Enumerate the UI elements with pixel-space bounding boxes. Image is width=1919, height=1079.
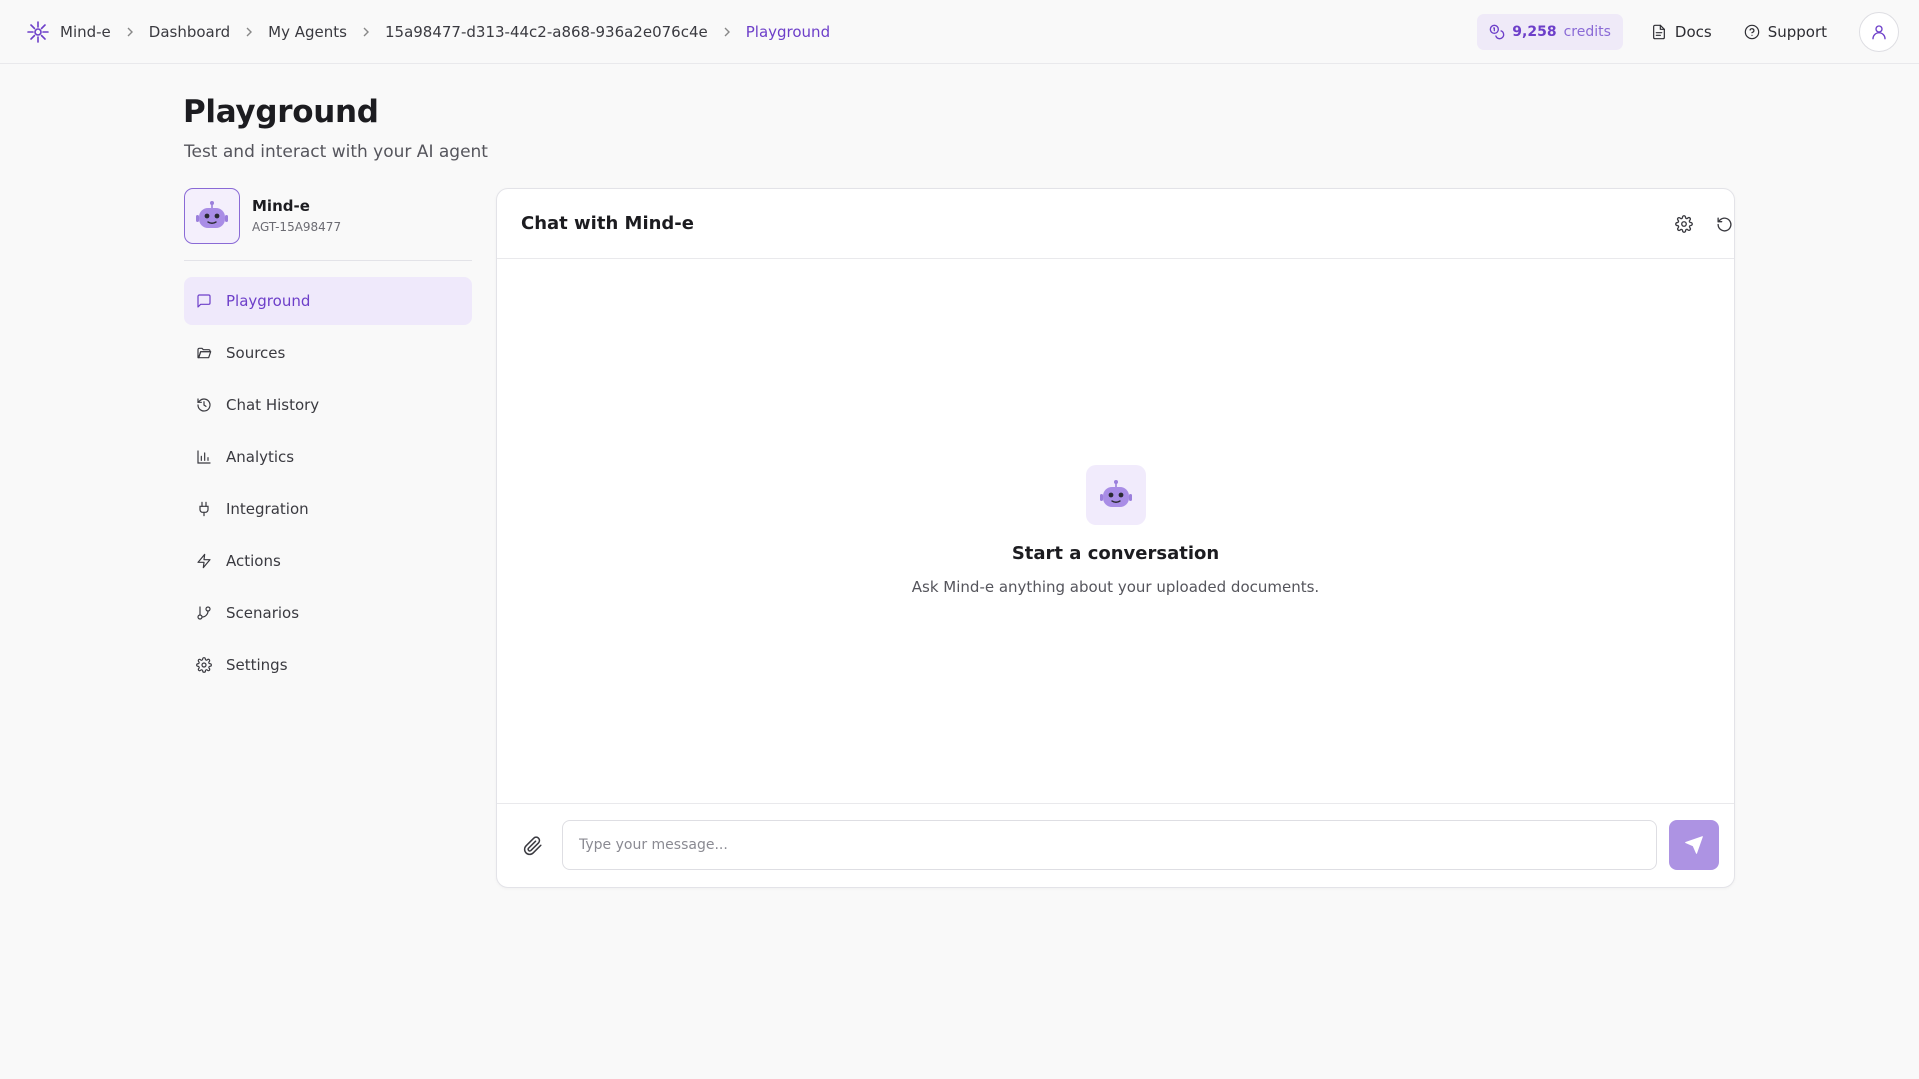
chat-composer [497, 803, 1734, 887]
breadcrumb-agent-id[interactable]: 15a98477-d313-44c2-a868-936a2e076c4e [385, 23, 708, 41]
chevron-right-icon [243, 26, 255, 38]
sidebar-item-label: Scenarios [226, 604, 300, 622]
rotate-ccw-icon [1716, 216, 1733, 233]
folder-open-icon [196, 345, 212, 361]
attach-button[interactable] [519, 832, 547, 860]
credits-label: credits [1563, 23, 1611, 40]
git-branch-icon [196, 605, 212, 621]
chat-panel: Chat with Mind-e Start a conversation As… [496, 188, 1735, 888]
bar-chart-icon [196, 449, 212, 465]
message-square-icon [196, 293, 212, 309]
logo-icon [26, 20, 50, 44]
agent-name: Mind-e [252, 197, 310, 215]
support-label: Support [1767, 22, 1827, 41]
sidebar-item-label: Sources [226, 344, 286, 362]
chat-header: Chat with Mind-e [497, 189, 1734, 259]
coins-icon [1489, 24, 1505, 40]
zap-icon [196, 553, 212, 569]
breadcrumb-my-agents[interactable]: My Agents [268, 23, 347, 41]
sidebar-nav: Playground Sources Chat History Analytic… [184, 277, 472, 693]
sidebar-item-settings[interactable]: Settings [184, 641, 472, 689]
page-title: Playground [183, 94, 379, 130]
gear-icon [1675, 215, 1693, 233]
document-icon [1651, 24, 1667, 40]
sidebar-item-label: Actions [226, 552, 281, 570]
agent-id: AGT-15A98477 [252, 220, 342, 234]
gear-icon [196, 657, 212, 673]
empty-state-title: Start a conversation [1011, 543, 1220, 564]
breadcrumb-current: Playground [745, 22, 831, 41]
send-button[interactable] [1669, 820, 1719, 870]
chevron-right-icon [721, 26, 733, 38]
agent-card: Mind-e AGT-15A98477 [184, 188, 472, 261]
docs-label: Docs [1674, 22, 1712, 41]
top-bar: Mind-e Dashboard My Agents 15a98477-d313… [0, 0, 1919, 64]
page-subtitle: Test and interact with your AI agent [184, 142, 488, 162]
sidebar-item-scenarios[interactable]: Scenarios [184, 589, 472, 637]
breadcrumb-label: Mind-e [60, 22, 111, 41]
breadcrumb-home[interactable]: Mind-e [26, 20, 111, 44]
sidebar-item-chat-history[interactable]: Chat History [184, 381, 472, 429]
breadcrumb-dashboard[interactable]: Dashboard [149, 23, 230, 41]
chevron-right-icon [360, 26, 372, 38]
sidebar-item-playground[interactable]: Playground [184, 277, 472, 325]
empty-state-subtitle: Ask Mind-e anything about your uploaded … [911, 578, 1320, 596]
sidebar-item-analytics[interactable]: Analytics [184, 433, 472, 481]
robot-icon [194, 198, 230, 234]
user-menu-button[interactable] [1859, 11, 1899, 52]
support-link[interactable]: Support [1732, 14, 1839, 50]
sidebar-item-label: Integration [226, 500, 309, 518]
plug-icon [196, 501, 212, 517]
send-icon [1684, 835, 1704, 855]
breadcrumb: Mind-e Dashboard My Agents 15a98477-d313… [26, 0, 830, 63]
sidebar-item-sources[interactable]: Sources [184, 329, 472, 377]
message-input[interactable] [562, 820, 1657, 870]
help-circle-icon [1744, 24, 1760, 40]
credits-badge[interactable]: 9,258 credits [1477, 13, 1623, 50]
credits-amount: 9,258 [1512, 23, 1557, 40]
top-actions: 9,258 credits Docs Support [1477, 0, 1899, 63]
robot-icon [1098, 477, 1134, 513]
sidebar-item-integration[interactable]: Integration [184, 485, 472, 533]
sidebar-item-label: Chat History [226, 396, 320, 414]
sidebar-item-label: Analytics [226, 448, 295, 466]
chevron-right-icon [124, 26, 136, 38]
empty-state-avatar [1085, 465, 1146, 525]
sidebar-item-label: Playground [226, 292, 311, 310]
paperclip-icon [523, 836, 543, 856]
user-icon [1870, 23, 1888, 41]
history-icon [196, 397, 212, 413]
chat-settings-button[interactable] [1669, 209, 1699, 239]
reset-chat-button[interactable] [1709, 209, 1739, 239]
chat-title: Chat with Mind-e [521, 213, 694, 234]
docs-link[interactable]: Docs [1639, 14, 1724, 50]
sidebar-item-actions[interactable]: Actions [184, 537, 472, 585]
sidebar-item-label: Settings [226, 656, 288, 674]
empty-state: Start a conversation Ask Mind-e anything… [497, 465, 1734, 596]
agent-avatar [184, 188, 240, 244]
